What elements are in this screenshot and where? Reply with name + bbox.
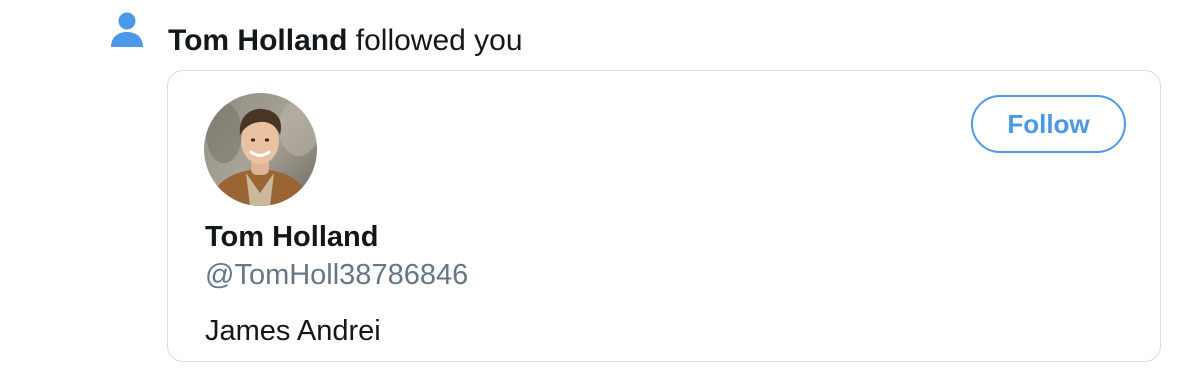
user-handle[interactable]: @TomHoll38786846: [205, 257, 468, 293]
actor-name[interactable]: Tom Holland: [168, 24, 347, 57]
person-icon: [111, 12, 143, 47]
follow-notification[interactable]: Tom Holland followed you Follow Tom Holl…: [0, 0, 1200, 391]
avatar[interactable]: [204, 93, 317, 206]
follow-button[interactable]: Follow: [971, 95, 1126, 153]
action-text: followed you: [347, 24, 523, 57]
user-bio: James Andrei: [205, 315, 381, 347]
user-card[interactable]: Follow Tom Holland @TomHoll38786846 Jame…: [167, 70, 1161, 362]
profile-photo-icon: [204, 93, 317, 206]
display-name[interactable]: Tom Holland: [205, 219, 378, 255]
notification-text: Tom Holland followed you: [168, 22, 523, 60]
